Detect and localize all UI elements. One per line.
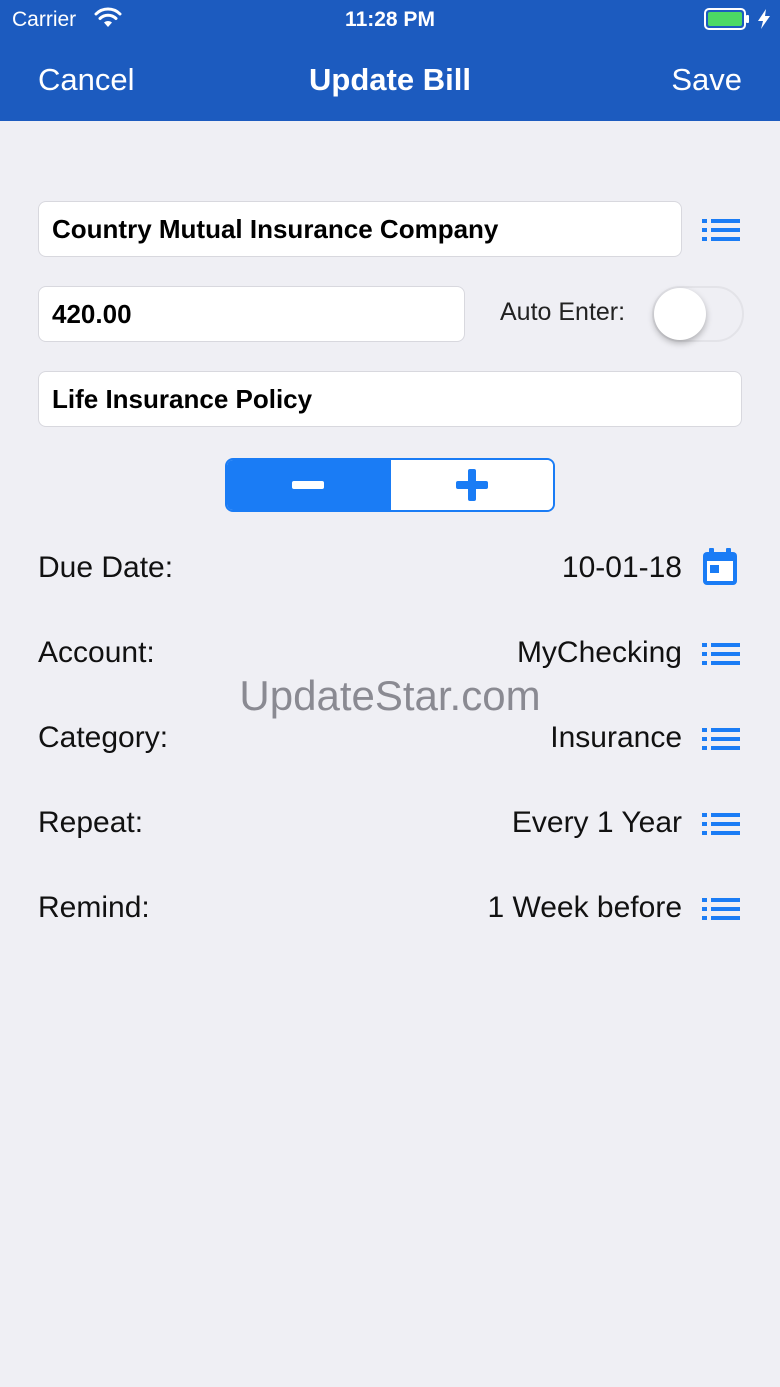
battery-icon [704,8,749,30]
account-value[interactable]: MyChecking [517,636,682,670]
category-list-icon[interactable] [702,727,740,751]
sign-segmented-control [225,458,555,512]
clock-time: 11:28 PM [345,8,435,31]
watermark: UpdateStar.com [239,672,541,719]
category-label: Category: [38,721,169,754]
category-value[interactable]: Insurance [550,721,682,755]
remind-value[interactable]: 1 Week before [487,891,682,925]
repeat-value[interactable]: Every 1 Year [512,806,682,840]
memo-input[interactable]: Life Insurance Policy [38,371,742,427]
navigation-header: Carrier 11:28 PM Cancel Update Bill Save [0,0,780,121]
repeat-list-icon[interactable] [702,812,740,836]
auto-enter-toggle[interactable] [652,286,744,342]
remind-list-icon[interactable] [702,897,740,921]
minus-icon [292,481,324,489]
due-date-label: Due Date: [38,551,174,584]
toggle-knob [654,288,706,340]
amount-input[interactable]: 420.00 [38,286,465,342]
charging-bolt-icon [758,9,770,29]
plus-icon [456,469,488,501]
payee-list-icon[interactable] [702,218,740,242]
account-label: Account: [38,636,155,669]
status-bar: Carrier 11:28 PM [0,0,780,40]
remind-label: Remind: [38,891,150,924]
save-button[interactable]: Save [671,60,742,100]
account-list-icon[interactable] [702,642,740,666]
payee-input[interactable]: Country Mutual Insurance Company [38,201,682,257]
minus-segment[interactable] [227,460,389,510]
due-date-value[interactable]: 10-01-18 [562,551,682,585]
auto-enter-label: Auto Enter: [500,298,626,326]
plus-segment[interactable] [389,460,553,510]
repeat-label: Repeat: [38,806,144,839]
cancel-button[interactable]: Cancel [38,60,135,100]
calendar-icon[interactable] [702,548,738,586]
